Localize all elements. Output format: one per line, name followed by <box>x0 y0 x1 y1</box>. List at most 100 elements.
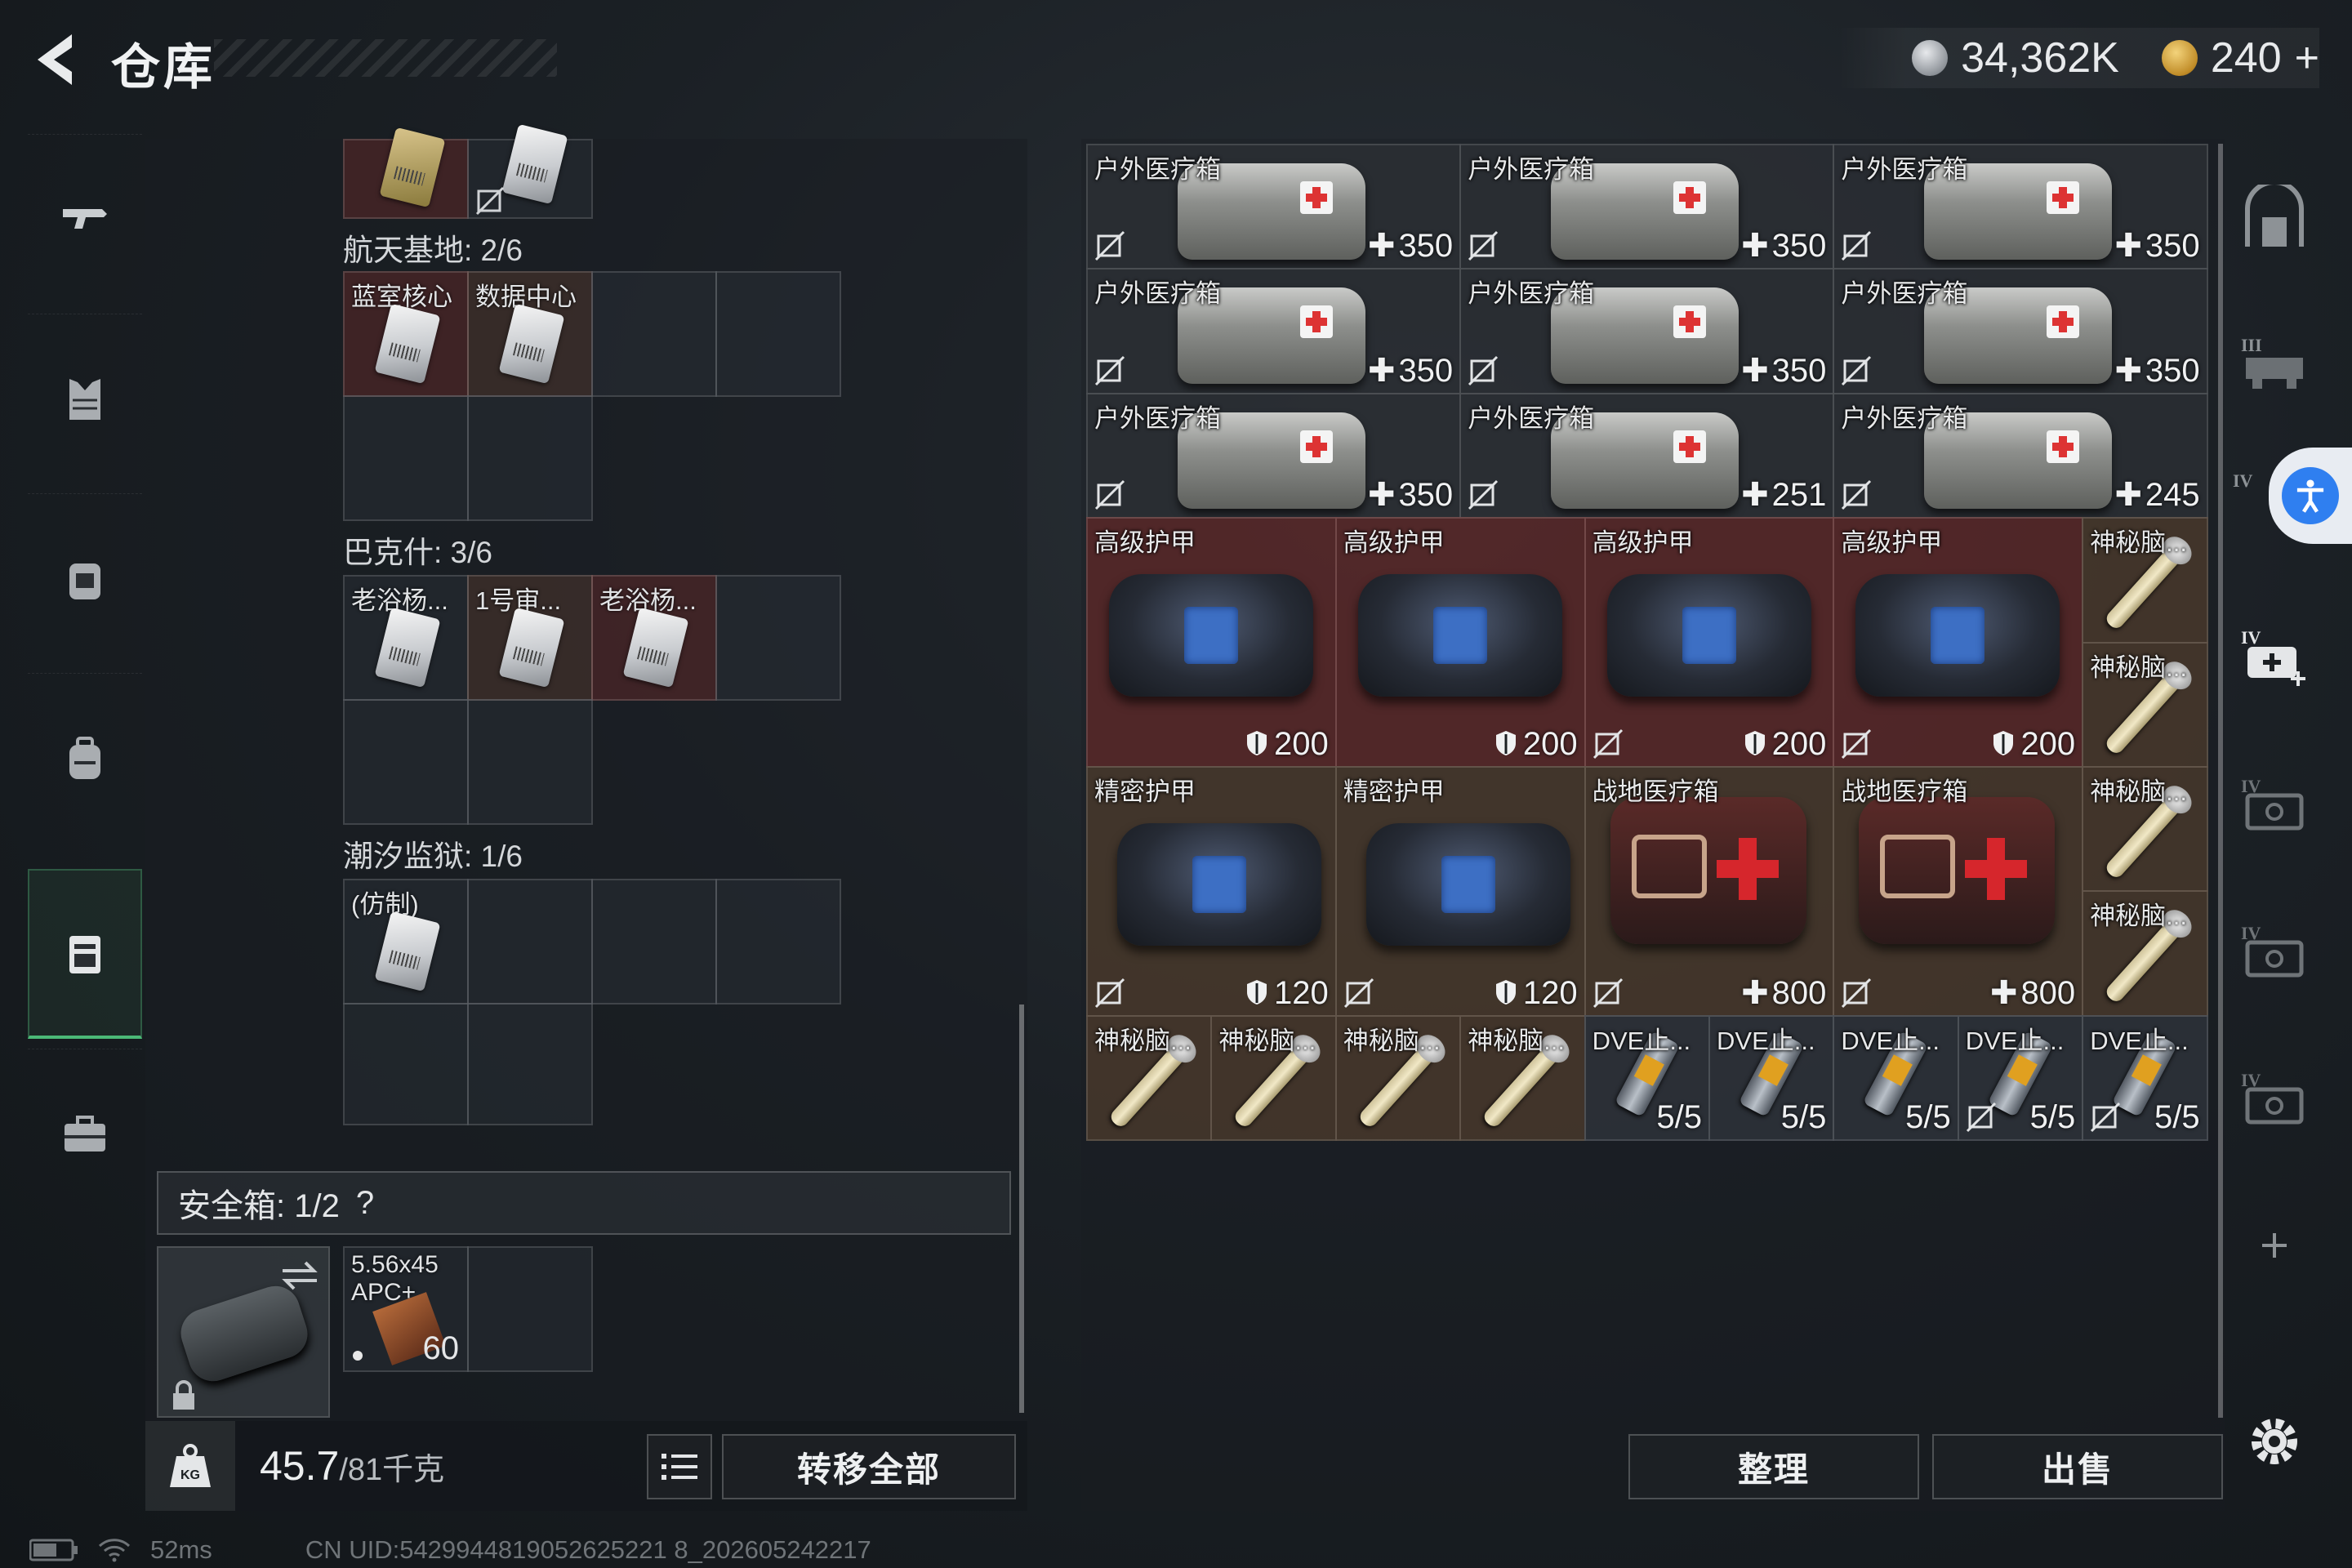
empty-slot[interactable] <box>467 1003 593 1125</box>
nav-weapon[interactable] <box>28 134 142 304</box>
keycard-slot[interactable]: 老浴杨... <box>343 575 469 701</box>
swap-icon[interactable] <box>279 1258 320 1294</box>
safe-box-header: 安全箱: 1/2 ? <box>157 1171 1011 1235</box>
armor-image <box>1855 574 2060 697</box>
injector-item[interactable]: DVE止... 5/5 <box>1708 1014 1835 1142</box>
tool-add-med-iv[interactable]: IV <box>2230 611 2319 701</box>
medkit-item[interactable]: 户外医疗箱 ✚ 350 <box>1086 268 1462 394</box>
nav-armor-vest[interactable] <box>28 314 142 483</box>
syringe-item[interactable]: 神秘脑... <box>2082 641 2208 768</box>
stash-scrollbar[interactable] <box>2218 144 2223 1418</box>
syringe-item[interactable]: 神秘脑... <box>1210 1014 1337 1142</box>
empty-slot[interactable] <box>467 699 593 825</box>
empty-slot[interactable] <box>715 575 841 701</box>
syringe-item[interactable]: 神秘脑... <box>2082 766 2208 893</box>
item-name: 精密护甲 <box>1094 777 1196 806</box>
settings-button[interactable] <box>2230 1396 2319 1486</box>
precise-armor-item[interactable]: 精密护甲 120 <box>1086 766 1337 1017</box>
keycard-slot[interactable]: 老浴杨... <box>591 575 717 701</box>
left-scrollbar[interactable] <box>1019 1004 1024 1413</box>
shield-icon <box>1247 730 1267 755</box>
syringe-item[interactable]: 神秘脑... <box>1459 1014 1586 1142</box>
empty-slot[interactable] <box>467 879 593 1004</box>
injector-item[interactable]: DVE止... 5/5 <box>2082 1014 2208 1142</box>
precise-armor-item[interactable]: 精密护甲 120 <box>1334 766 1586 1017</box>
injector-item[interactable]: DVE止... 5/5 <box>1833 1014 1959 1142</box>
transfer-all-button[interactable]: 转移全部 <box>722 1434 1016 1499</box>
tool-stash-iv-b[interactable]: IV <box>2230 760 2319 849</box>
injector-item[interactable]: DVE止... 5/5 <box>1957 1014 2084 1142</box>
tool-stash-main[interactable] <box>2230 175 2319 265</box>
high-armor-item[interactable]: 高级护甲 200 <box>1833 517 2084 768</box>
syringe-item[interactable]: 神秘脑... <box>2082 890 2208 1017</box>
keycard-slot[interactable]: 1号审... <box>467 575 593 701</box>
item-name: 高级护甲 <box>1343 528 1445 558</box>
sort-button[interactable]: 整理 <box>1628 1434 1919 1499</box>
medkit-item[interactable]: 户外医疗箱 ✚ 350 <box>1086 392 1462 519</box>
nav-backpack[interactable] <box>28 673 142 843</box>
help-icon[interactable]: ? <box>356 1185 374 1222</box>
syringe-image <box>1356 1044 1437 1129</box>
empty-slot[interactable] <box>467 1246 593 1372</box>
nav-briefcase[interactable] <box>28 1049 142 1218</box>
item-name: DVE止... <box>1965 1026 2065 1055</box>
high-armor-item[interactable]: 高级护甲 200 <box>1584 517 1835 768</box>
keycard-slot[interactable]: 蓝室核心 <box>343 271 469 397</box>
syringe-item[interactable]: 神秘脑... <box>2082 517 2208 644</box>
item-name: DVE止... <box>1841 1026 1940 1055</box>
svg-text:IV: IV <box>2241 1070 2261 1090</box>
nav-container[interactable] <box>28 869 142 1039</box>
item-slot[interactable] <box>467 123 593 219</box>
field-medkit-item[interactable]: 战地医疗箱 ✚ 800 <box>1584 766 1835 1017</box>
empty-slot[interactable] <box>715 879 841 1004</box>
high-armor-item[interactable]: 高级护甲 200 <box>1086 517 1337 768</box>
injector-item[interactable]: DVE止... 5/5 <box>1584 1014 1710 1142</box>
back-arrow-icon <box>38 34 72 85</box>
syringe-image <box>1481 1044 1561 1129</box>
keycard-slot[interactable]: 数据中心 <box>467 271 593 397</box>
field-medkit-item[interactable]: 战地医疗箱 ✚ 800 <box>1833 766 2084 1017</box>
item-name: DVE止... <box>1592 1026 1691 1055</box>
item-value: 5/5 <box>1905 1099 1951 1136</box>
expansion-iv-case-icon: IV <box>2241 776 2304 831</box>
medkit-item[interactable]: 户外医疗箱 ✚ 350 <box>1459 268 1835 394</box>
medkit-item[interactable]: 户外医疗箱 ✚ 350 <box>1459 144 1835 270</box>
syringe-item[interactable]: 神秘脑... <box>1334 1014 1462 1142</box>
list-view-button[interactable] <box>647 1434 712 1499</box>
accessibility-button[interactable] <box>2269 448 2352 544</box>
medkit-item[interactable]: 户外医疗箱 ✚ 350 <box>1833 144 2208 270</box>
shield-icon <box>1247 979 1267 1004</box>
sell-button[interactable]: 出售 <box>1932 1434 2223 1499</box>
item-name: 户外医疗箱 <box>1841 155 1968 184</box>
item-slot[interactable] <box>343 127 469 219</box>
empty-slot[interactable] <box>591 879 717 1004</box>
empty-slot[interactable] <box>343 1003 469 1125</box>
item-name: 神秘脑... <box>2090 528 2188 558</box>
weight-readout: 45.7 /81千克 <box>260 1442 444 1490</box>
item-name: 战地医疗箱 <box>1592 777 1719 806</box>
empty-slot[interactable] <box>343 395 469 521</box>
plus-icon <box>2262 1233 2287 1258</box>
high-armor-item[interactable]: 高级护甲 200 <box>1334 517 1586 768</box>
medkit-item[interactable]: 户外医疗箱 ✚ 350 <box>1833 268 2208 394</box>
tool-stash-iv-c[interactable]: IV <box>2230 906 2319 996</box>
medkit-item[interactable]: 户外医疗箱 ✚ 245 <box>1833 392 2208 519</box>
medkit-item[interactable]: 户外医疗箱 ✚ 251 <box>1459 392 1835 519</box>
svg-text:IV: IV <box>2233 470 2253 491</box>
syringe-item[interactable]: 神秘脑... <box>1086 1014 1213 1142</box>
empty-slot[interactable] <box>343 699 469 825</box>
ammo-slot[interactable]: 5.56x45 APC+ 60 <box>343 1246 469 1372</box>
add-expansion-button[interactable] <box>2230 1200 2319 1290</box>
back-button[interactable] <box>28 29 85 90</box>
tool-stash-iii[interactable]: III <box>2230 318 2319 408</box>
medkit-item[interactable]: 户外医疗箱 ✚ 350 <box>1086 144 1462 270</box>
nav-chest-rig[interactable] <box>28 493 142 663</box>
gold-add-button[interactable]: + <box>2295 33 2319 82</box>
item-name: 户外医疗箱 <box>1468 279 1595 309</box>
safe-box-slot[interactable] <box>157 1246 330 1418</box>
empty-slot[interactable] <box>467 395 593 521</box>
tool-stash-iv-d[interactable]: IV <box>2230 1054 2319 1143</box>
empty-slot[interactable] <box>591 271 717 397</box>
keycard-slot[interactable]: (仿制) <box>343 879 469 1004</box>
empty-slot[interactable] <box>715 271 841 397</box>
